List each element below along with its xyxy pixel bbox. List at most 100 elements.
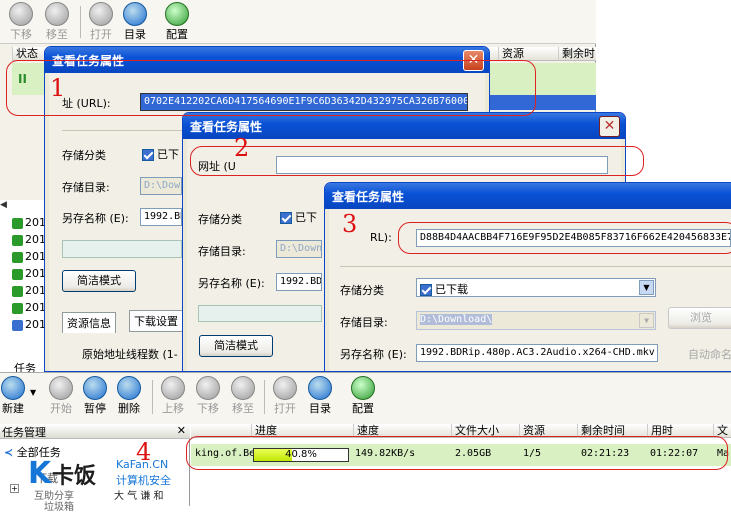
dialog-3-title: 查看任务属性 [325,183,731,209]
dialog3-category-label: 存储分类 [340,284,384,297]
list-item[interactable]: 201 [12,282,48,299]
close-icon[interactable]: ✕ [177,424,186,437]
annotation-number-3: 3 [342,210,358,238]
dialog3-browse-button[interactable]: 浏览 [668,307,731,329]
start-button[interactable]: 开始 [44,376,78,416]
annotation-number-2: 2 [234,134,250,162]
directory-icon [123,2,147,26]
dialog1-simple-mode-button[interactable]: 简洁模式 [62,270,136,292]
dialog2-dir-label: 存储目录: [198,245,246,258]
arrow-up-icon [161,376,185,400]
config-button[interactable]: 配置 [346,376,380,416]
annotation-box-4 [186,436,728,470]
dialog1-tab-download[interactable]: 下载设置 [129,310,183,332]
dialog1-dir-label: 存储目录: [62,181,110,194]
col-remaining[interactable]: 剩余时 [558,47,595,61]
download-icon [12,285,23,297]
download-icon [12,251,23,263]
new-button[interactable]: 新建 [0,376,26,416]
list-item[interactable]: 201 [12,231,48,248]
start-icon [49,376,73,400]
tree-expand-icon[interactable]: + [10,484,19,493]
divider [340,266,731,267]
open-button[interactable]: 打开 [268,376,302,416]
dialog1-tab-resource[interactable]: 资源信息 [62,312,116,333]
close-icon[interactable]: ✕ [599,116,620,137]
col-state[interactable]: 状态 [12,47,38,61]
directory-button[interactable]: 目录 [303,376,337,416]
annotation-number-4: 4 [136,438,152,466]
dialog2-saveas-label: 另存名称 (E): [198,277,265,290]
top-directory-button[interactable]: 目录 [118,2,152,42]
dialog3-category-select[interactable]: 已下载 ▼ [416,278,656,297]
download-icon [12,217,23,229]
move-to-button[interactable]: 移至 [226,376,260,416]
download-icon [12,234,23,246]
pause-icon [83,376,107,400]
info-icon [12,319,23,331]
dialog1-saveas-label: 另存名称 (E): [62,212,129,225]
top-move-button[interactable]: 移至 [40,2,74,42]
dialog1-thread-label: 原始地址线程数 (1- [82,348,178,361]
list-item[interactable]: 201 [12,265,48,282]
col-source[interactable]: 资源 [498,47,524,61]
top-down-button[interactable]: 下移 [4,2,38,42]
play-icon [273,376,297,400]
dialog3-saveas-field[interactable]: 1992.BDRip.480p.AC3.2Audio.x264-CHD.mkv [416,344,658,362]
kafan-logo: K 卡饭 [28,456,97,491]
dialog1-dir-field[interactable]: D:\Down [140,177,182,195]
dialog3-auto-name-button[interactable]: 自动命名 [688,346,731,362]
delete-icon [117,376,141,400]
dialog2-saveas-field[interactable]: 1992.BD [276,273,322,291]
dialog2-progress-area [198,305,322,322]
list-item[interactable]: 201 [12,299,48,316]
folder-icon [45,2,69,26]
toolbar-separator [264,380,265,414]
new-icon [1,376,25,400]
top-open-button[interactable]: 打开 [84,2,118,42]
checkbox-icon [280,212,292,224]
directory-icon [308,376,332,400]
side-list-items: 201 201 201 201 201 201 201 [12,214,48,333]
top-config-button[interactable]: 配置 [160,2,194,42]
side-scroll-left[interactable]: ◀ [0,200,47,212]
chevron-down-icon[interactable]: ▼ [639,280,654,295]
toolbar-separator [80,6,81,38]
watermark-line2: 计算机安全 [116,474,171,487]
dialog2-dir-field[interactable]: D:\Down [276,240,322,258]
chevron-down-icon: ▼ [639,313,654,328]
arrow-down-icon [196,376,220,400]
dialog-2-title: 查看任务属性 [183,113,625,139]
move-up-button[interactable]: 上移 [156,376,190,416]
pause-button[interactable]: 暂停 [78,376,112,416]
watermark-line3: 大 气 谦 和 [114,491,164,502]
wrench-icon [165,2,189,26]
delete-button[interactable]: 删除 [112,376,146,416]
download-icon [12,302,23,314]
annotation-box-1 [6,60,536,116]
dialog3-url-label: RL): [370,231,392,244]
arrow-icon: ≺ [4,446,14,459]
dialog3-dir-select[interactable]: D:\Download\ ▼ [416,311,656,330]
annotation-box-3 [398,222,731,254]
dialog2-category-value[interactable]: 已下 [280,209,317,225]
toolbar-separator [152,380,153,414]
list-item[interactable]: 201 [12,316,48,333]
dialog1-progress-area [62,240,182,258]
wrench-icon [351,376,375,400]
list-item[interactable]: 201 [12,248,48,265]
dialog3-saveas-label: 另存名称 (E): [340,348,407,361]
dialog1-saveas-field[interactable]: 1992.BD [140,208,182,226]
checkbox-icon [420,284,432,296]
dialog2-category-label: 存储分类 [198,213,242,226]
dialog1-category-label: 存储分类 [62,149,106,162]
task-panel-title: 任务管理 [2,426,46,439]
new-dropdown-icon[interactable]: ▼ [30,388,36,397]
dialog1-category-value[interactable]: 已下 [142,146,179,162]
list-item[interactable]: 201 [12,214,48,231]
folder-icon [231,376,255,400]
task-panel-header: 任务管理 ✕ [0,424,190,439]
move-down-button[interactable]: 下移 [191,376,225,416]
dialog2-simple-mode-button[interactable]: 简洁模式 [199,335,273,357]
annotation-box-2 [190,146,644,176]
